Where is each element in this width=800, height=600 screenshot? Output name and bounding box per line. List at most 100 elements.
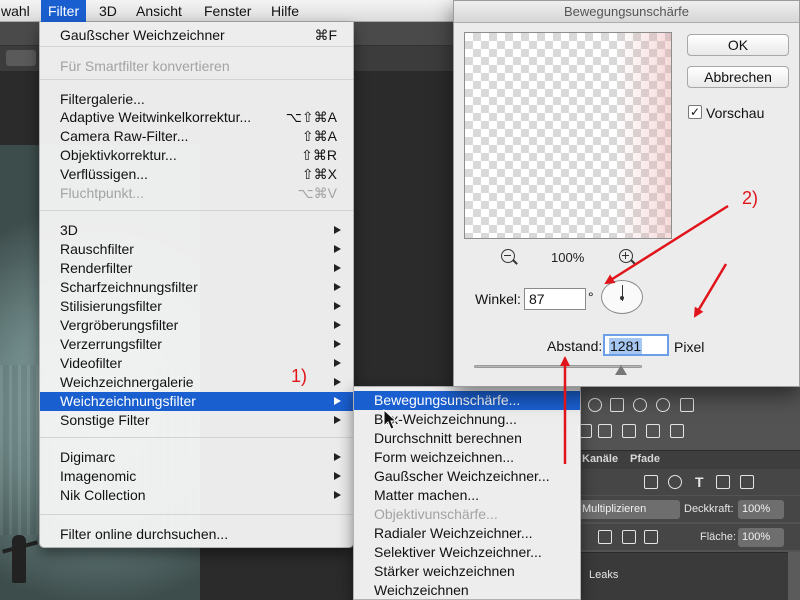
blur-submenu-item[interactable]: Weichzeichnen xyxy=(354,581,580,600)
filter-menu-item[interactable]: Imagenomic xyxy=(40,467,353,486)
filter-menu-item-label: Adaptive Weitwinkelkorrektur... xyxy=(60,109,252,125)
filter-menu-item[interactable]: Gaußscher Weichzeichner ⌘F xyxy=(40,26,353,45)
mouse-pointer-icon xyxy=(383,409,397,430)
fill-input[interactable]: 100% xyxy=(738,528,784,547)
smart-object-filter-icon[interactable] xyxy=(740,475,754,489)
menu-fenster[interactable]: Fenster xyxy=(197,0,258,22)
angle-dial-center xyxy=(620,296,624,300)
submenu-arrow-icon xyxy=(334,226,341,234)
blur-submenu-item[interactable]: Form weichzeichnen... xyxy=(354,448,580,467)
scales-icon[interactable] xyxy=(588,398,602,412)
distance-slider-thumb[interactable] xyxy=(615,365,627,375)
filter-menu-item[interactable]: Objektivkorrektur... ⇧⌘R xyxy=(40,146,353,165)
lock-icon[interactable] xyxy=(644,530,658,544)
tab-pfade[interactable]: Pfade xyxy=(630,453,660,465)
filter-menu-item[interactable]: Sonstige Filter xyxy=(40,411,353,430)
filter-menu-item-label: Fluchtpunkt... xyxy=(60,185,145,201)
filter-menu-item[interactable]: Filtergalerie... xyxy=(40,90,353,109)
angle-dial[interactable] xyxy=(601,280,643,314)
blur-submenu-item: Objektivunschärfe... xyxy=(374,506,498,522)
blur-submenu-item[interactable]: Bewegungsunschärfe... xyxy=(354,391,580,410)
preview-window[interactable] xyxy=(464,32,672,239)
filter-menu-item-label: Rauschfilter xyxy=(60,241,134,257)
zoom-in-icon[interactable] xyxy=(619,249,633,263)
filter-menu-item[interactable]: Digimarc xyxy=(40,448,353,467)
cancel-button[interactable]: Abbrechen xyxy=(687,66,789,88)
adjustment-filter-icon[interactable] xyxy=(668,475,682,489)
zoom-out-icon[interactable] xyxy=(501,249,515,263)
dialog-title[interactable]: Bewegungsunschärfe xyxy=(454,1,799,23)
circles-icon[interactable] xyxy=(656,398,670,412)
filter-menu-item-label: Vergröberungsfilter xyxy=(60,317,179,333)
submenu-arrow-icon xyxy=(334,416,341,424)
opacity-input[interactable]: 100% xyxy=(738,500,784,519)
blur-submenu-item[interactable]: Matter machen... xyxy=(354,486,580,505)
filter-menu-item[interactable]: Verzerrungsfilter xyxy=(40,335,353,354)
tab-kanaele[interactable]: Kanäle xyxy=(582,453,618,465)
posterize-icon[interactable] xyxy=(598,424,612,438)
filter-menu-item-label: Gaußscher Weichzeichner xyxy=(60,27,225,43)
filter-menu-item[interactable]: Verflüssigen... ⇧⌘X xyxy=(40,165,353,184)
filter-menu-item[interactable]: Renderfilter xyxy=(40,259,353,278)
camera-icon[interactable] xyxy=(633,398,647,412)
filter-menu-item[interactable]: Vergröberungsfilter xyxy=(40,316,353,335)
preview-checkbox[interactable]: ✓ xyxy=(688,105,702,119)
filter-menu-item-label: Filtergalerie... xyxy=(60,91,145,107)
blur-submenu-item[interactable]: Selektiver Weichzeichner... xyxy=(354,543,580,562)
preview-checkbox-label: Vorschau xyxy=(706,105,765,121)
threshold-icon[interactable] xyxy=(622,424,636,438)
image-filter-icon[interactable] xyxy=(644,475,658,489)
split-square-icon[interactable] xyxy=(610,398,624,412)
submenu-arrow-icon xyxy=(334,472,341,480)
blur-submenu-item[interactable]: Stärker weichzeichnen xyxy=(354,562,580,581)
filter-menu-item[interactable]: Camera Raw-Filter... ⇧⌘A xyxy=(40,127,353,146)
invert-x-icon[interactable] xyxy=(646,424,660,438)
blur-submenu-item[interactable]: Durchschnitt berechnen xyxy=(354,429,580,448)
filter-menu-item-label: Videofilter xyxy=(60,355,123,371)
filter-menu-item[interactable]: 3D xyxy=(40,221,353,240)
distance-label: Abstand: xyxy=(547,338,603,354)
filter-menu-item-label: Nik Collection xyxy=(60,487,146,503)
filter-menu-item[interactable]: Stilisierungsfilter xyxy=(40,297,353,316)
menu-ansicht[interactable]: Ansicht xyxy=(129,0,189,22)
options-field[interactable] xyxy=(6,50,36,66)
filter-menu-item-label: Verflüssigen... xyxy=(60,166,148,182)
menu-hilfe[interactable]: Hilfe xyxy=(264,0,306,22)
ok-button[interactable]: OK xyxy=(687,34,789,56)
distance-value: 1281 xyxy=(609,338,643,354)
blur-submenu-item[interactable]: Radialer Weichzeichner... xyxy=(354,524,580,543)
filter-menu-item-label: 3D xyxy=(60,222,78,238)
distance-input[interactable]: 1281 xyxy=(603,334,669,356)
type-filter-icon[interactable]: T xyxy=(695,474,704,490)
menu-filter[interactable]: Filter xyxy=(41,0,87,22)
move-icon[interactable] xyxy=(622,530,636,544)
menu-3d[interactable]: 3D xyxy=(92,0,124,22)
filter-menu-item-label: Renderfilter xyxy=(60,260,133,276)
menu-auswahl[interactable]: wahl xyxy=(0,0,37,22)
filter-menu-item: Fluchtpunkt... ⌥⌘V xyxy=(40,184,353,203)
filter-menu-item-label: Camera Raw-Filter... xyxy=(60,128,189,144)
submenu-arrow-icon xyxy=(334,491,341,499)
filter-menu-item[interactable]: Nik Collection xyxy=(40,486,353,505)
angle-input[interactable]: 87 xyxy=(524,288,586,310)
blur-submenu-item[interactable]: Gaußscher Weichzeichner... xyxy=(354,467,580,486)
preview-blur-tint xyxy=(615,33,671,238)
filter-menu-item[interactable]: Filter online durchsuchen... xyxy=(40,525,353,544)
filter-menu-item[interactable]: Weichzeichnungsfilter xyxy=(40,392,353,411)
filter-menu-item[interactable]: Rauschfilter xyxy=(40,240,353,259)
layers-scrollbar[interactable] xyxy=(788,552,800,600)
filter-menu-item[interactable]: Adaptive Weitwinkelkorrektur... ⌥⇧⌘A xyxy=(40,108,353,127)
selective-color-icon[interactable] xyxy=(670,424,684,438)
blend-mode-select[interactable]: Multiplizieren xyxy=(578,500,680,519)
shortcut-label: ⌘F xyxy=(314,27,337,43)
lock-pixels-icon[interactable] xyxy=(598,530,612,544)
filter-menu-item[interactable]: Scharfzeichnungsfilter xyxy=(40,278,353,297)
submenu-arrow-icon xyxy=(334,264,341,272)
menu-separator xyxy=(40,210,353,211)
layer-row[interactable]: Leaks xyxy=(578,552,800,600)
submenu-arrow-icon xyxy=(334,359,341,367)
layer-filter-row: T xyxy=(578,469,800,495)
grid-icon[interactable] xyxy=(680,398,694,412)
annotation-step-2: 2) xyxy=(742,188,759,208)
shape-filter-icon[interactable] xyxy=(716,475,730,489)
